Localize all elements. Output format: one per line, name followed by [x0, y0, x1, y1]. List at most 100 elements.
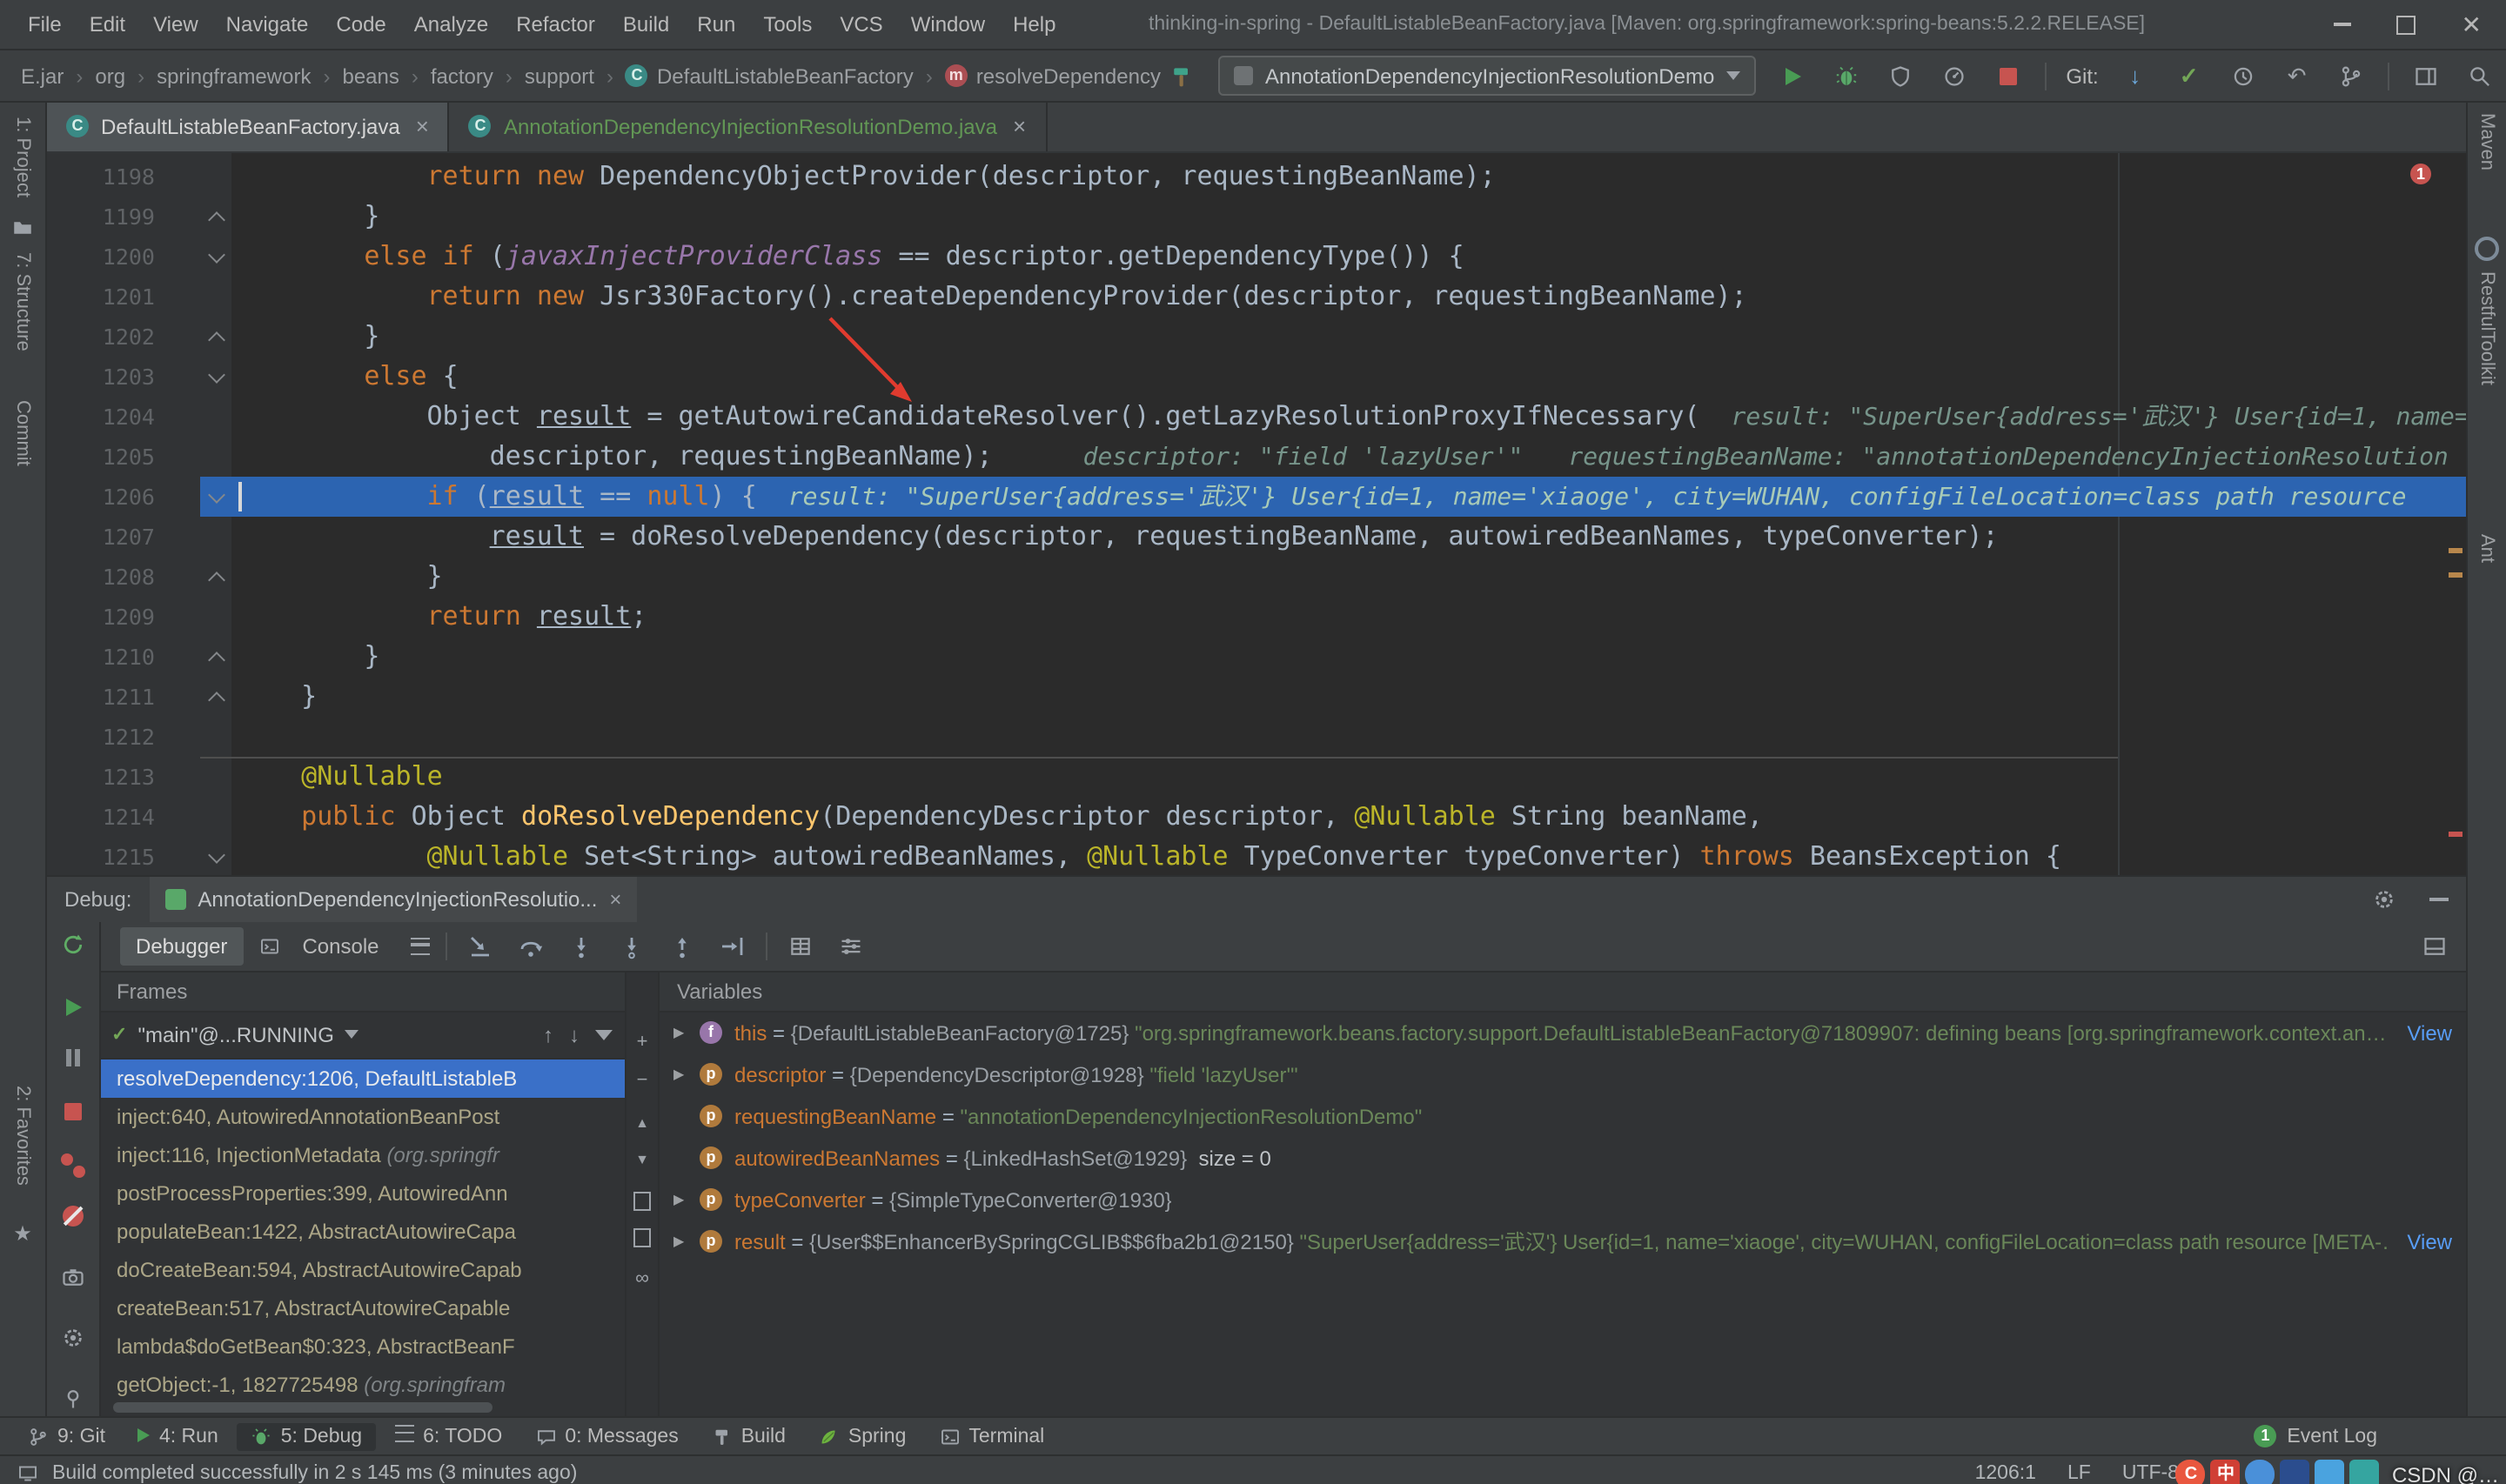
line-number[interactable]: 1206 [47, 477, 155, 517]
mute-breakpoints-icon[interactable] [56, 1200, 90, 1233]
minimize-icon[interactable] [2334, 23, 2352, 26]
tool-window-button-build[interactable]: Build [698, 1422, 800, 1450]
breadcrumb-item-defaultlistablebeanfactory[interactable]: C DefaultListableBeanFactory [622, 60, 917, 91]
view-link[interactable]: View [2389, 1012, 2452, 1054]
tool-window-button-todo[interactable]: 6: TODO [381, 1421, 516, 1451]
close-icon[interactable]: × [416, 114, 429, 140]
maximize-icon[interactable] [2396, 15, 2416, 34]
code-line-1212[interactable]: 1212 [47, 717, 2466, 757]
star-icon[interactable]: ★ [13, 1220, 32, 1245]
code-line-1201[interactable]: 1201 return new Jsr330Factory().createDep… [47, 277, 2466, 317]
code-line-1207[interactable]: 1207 result = doResolveDependency(descrip… [47, 517, 2466, 557]
menu-edit[interactable]: Edit [76, 5, 139, 43]
error-stripe-mark[interactable] [2449, 831, 2462, 837]
line-number[interactable]: 1203 [47, 357, 155, 397]
run-to-cursor-icon[interactable] [715, 929, 750, 964]
code-line-1205[interactable]: 1205 descriptor, requestingBeanName); desc… [47, 437, 2466, 477]
inspections-error-badge[interactable]: 1 [2410, 163, 2431, 184]
step-into-icon[interactable] [564, 929, 599, 964]
caret-position[interactable]: 1206:1 [1975, 1463, 2036, 1484]
line-number[interactable]: 1202 [47, 317, 155, 357]
line-separator[interactable]: LF [2067, 1463, 2091, 1484]
git-branch-icon[interactable] [2334, 58, 2369, 93]
copy-stack-icon[interactable] [633, 1191, 651, 1211]
breadcrumb-item-factory[interactable]: factory [427, 60, 497, 91]
warning-stripe-mark[interactable] [2449, 547, 2462, 553]
frame-row[interactable]: createBean:517, AbstractAutowireCapable [99, 1289, 625, 1327]
code-line-1200[interactable]: 1200 else if (javaxInjectProviderClass ==… [47, 237, 2466, 277]
variable-row-this[interactable]: ▶ f this = {DefaultListableBeanFactory@172… [660, 1012, 2466, 1054]
line-number[interactable]: 1201 [47, 277, 155, 317]
line-number[interactable]: 1205 [47, 437, 155, 477]
expand-arrow-icon[interactable]: ▶ [673, 1234, 698, 1250]
scroll-up-icon[interactable]: ▲ [635, 1115, 649, 1131]
run-button[interactable] [1775, 58, 1810, 93]
add-watch-icon[interactable]: + [637, 1032, 648, 1053]
profiler-button[interactable] [1937, 58, 1972, 93]
frame-row[interactable]: inject:640, AutowiredAnnotationBeanPost [99, 1098, 625, 1136]
close-icon[interactable]: ✕ [2462, 12, 2482, 37]
line-number[interactable]: 1208 [47, 557, 155, 597]
menu-window[interactable]: Window [897, 5, 999, 43]
sidebar-item-favorites[interactable]: 2: Favorites [12, 1086, 33, 1186]
code-line-1203[interactable]: 1203 else { [47, 357, 2466, 397]
code-line-1198[interactable]: 1198 return new DependencyObjectProvider(… [47, 157, 2466, 197]
tool-window-button-messages[interactable]: 0: Messages [521, 1422, 692, 1450]
breadcrumb-item-resolvedependency[interactable]: m resolveDependency [941, 60, 1164, 91]
fold-marker-icon[interactable] [205, 357, 228, 384]
evaluate-loop-icon[interactable]: ∞ [635, 1268, 649, 1289]
frame-row[interactable]: resolveDependency:1206, DefaultListableB [99, 1059, 625, 1098]
view-link[interactable]: View [2389, 1220, 2452, 1263]
pause-icon[interactable] [56, 1040, 90, 1073]
next-frame-icon[interactable]: ↓ [569, 1023, 580, 1047]
stop-icon[interactable] [56, 1094, 90, 1127]
expand-arrow-icon[interactable]: ▶ [673, 1067, 698, 1083]
force-step-into-icon[interactable] [614, 929, 649, 964]
git-commit-icon[interactable]: ✓ [2172, 58, 2207, 93]
tab-annotationdemo[interactable]: C AnnotationDependencyInjectionResolutio… [450, 103, 1048, 151]
fold-marker-icon[interactable] [205, 637, 228, 669]
tool-window-button-run[interactable]: 4: Run [124, 1422, 232, 1450]
line-number[interactable]: 1198 [47, 157, 155, 197]
fold-marker-icon[interactable] [205, 317, 228, 349]
thread-dump-camera-icon[interactable] [56, 1260, 90, 1293]
remove-watch-icon[interactable]: − [637, 1070, 648, 1091]
code-line-1214[interactable]: 1214 public Object doResolveDependency(De… [47, 797, 2466, 837]
sidebar-item-project[interactable]: 1: Project [12, 117, 33, 197]
variable-row-descriptor[interactable]: ▶ p descriptor = {DependencyDescriptor@192… [660, 1054, 2466, 1096]
debugger-settings-gear-icon[interactable] [56, 1321, 90, 1354]
tab-console[interactable]: Console [258, 927, 394, 966]
variable-row-result[interactable]: ▶ p result = {User$$EnhancerBySpringCGLIB$… [660, 1220, 2466, 1263]
code-line-1206[interactable]: 1206 if (result == null) {result: "SuperU… [47, 476, 2466, 517]
fold-marker-icon[interactable] [205, 837, 228, 864]
thread-selector[interactable]: ✓ "main"@...RUNNING ↑ ↓ [99, 1013, 625, 1060]
resume-icon[interactable] [56, 990, 90, 1023]
code-line-1211[interactable]: 1211} [47, 677, 2466, 717]
menu-view[interactable]: View [139, 5, 212, 43]
debug-session-tab[interactable]: AnnotationDependencyInjectionResolutio..… [149, 876, 638, 922]
menu-run[interactable]: Run [683, 5, 749, 43]
warning-stripe-mark[interactable] [2449, 572, 2462, 578]
tool-window-button-git[interactable]: 9: Git [14, 1422, 119, 1450]
line-number[interactable]: 1211 [47, 677, 155, 717]
code-line-1202[interactable]: 1202} [47, 317, 2466, 357]
frame-row[interactable]: getObject:-1, 1827725498 (org.springfram [99, 1366, 625, 1404]
frame-row[interactable]: lambda$doGetBean$0:323, AbstractBeanF [99, 1327, 625, 1366]
tool-window-button-debug[interactable]: 5: Debug [237, 1422, 377, 1450]
code-line-1210[interactable]: 1210} [47, 637, 2466, 677]
git-history-icon[interactable] [2226, 58, 2261, 93]
sidebar-item-restfultoolkit[interactable]: RestfulToolkit [2476, 271, 2497, 385]
step-out-icon[interactable] [665, 929, 700, 964]
layout-icon[interactable] [2409, 58, 2443, 93]
debug-button[interactable] [1829, 58, 1864, 93]
search-icon[interactable] [2462, 58, 2497, 93]
sidebar-item-structure[interactable]: 7: Structure [12, 253, 33, 352]
settings-sliders-icon[interactable] [834, 929, 868, 964]
variable-row-typeConverter[interactable]: ▶ p typeConverter = {SimpleTypeConverter@1… [660, 1180, 2466, 1221]
tool-window-button-terminal[interactable]: Terminal [925, 1422, 1058, 1450]
menu-help[interactable]: Help [999, 5, 1069, 43]
menu-build[interactable]: Build [609, 5, 683, 43]
run-configuration-select[interactable]: AnnotationDependencyInjectionResolutionD… [1217, 56, 1757, 96]
menu-file[interactable]: File [14, 5, 76, 43]
view-as-table-icon[interactable] [783, 929, 818, 964]
